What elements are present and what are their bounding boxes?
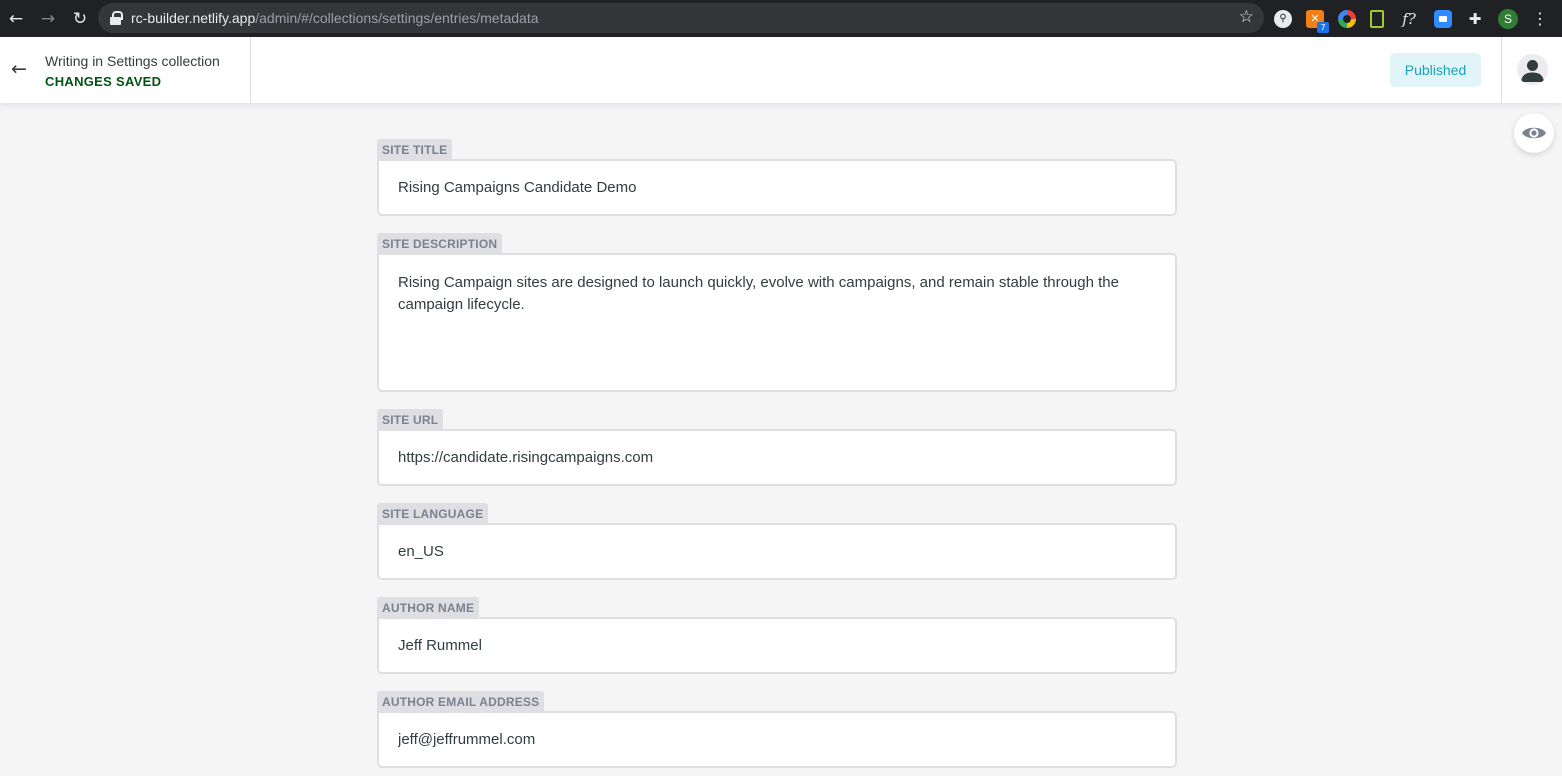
profile-avatar[interactable]: S (1498, 8, 1518, 29)
site-description-textarea[interactable]: Rising Campaign sites are designed to la… (377, 253, 1177, 392)
site-description-label: SITE DESCRIPTION (377, 233, 503, 253)
password-manager-extension-icon[interactable]: ⚲ (1274, 9, 1292, 28)
editor-toolbar: ← Writing in Settings collection CHANGES… (0, 37, 1562, 103)
author-email-field: AUTHOR EMAIL ADDRESS (377, 691, 1177, 768)
document-extension-icon[interactable] (1370, 9, 1384, 28)
collection-label: Writing in Settings collection (45, 53, 220, 69)
user-avatar[interactable] (1517, 54, 1548, 85)
url-host: rc-builder.netlify.app (131, 10, 256, 26)
browser-chrome: ← → ↻ rc-builder.netlify.app/admin/#/col… (0, 0, 1562, 37)
url-text: rc-builder.netlify.app/admin/#/collectio… (131, 10, 539, 26)
author-name-field: AUTHOR NAME (377, 597, 1177, 674)
puzzle-extensions-icon[interactable]: ✚ (1466, 10, 1484, 28)
bookmark-star-icon[interactable]: ☆ (1239, 7, 1254, 27)
site-url-label: SITE URL (377, 409, 444, 429)
site-language-label: SITE LANGUAGE (377, 503, 489, 523)
site-url-field: SITE URL (377, 409, 1177, 486)
url-path: /admin/#/collections/settings/entries/me… (255, 10, 539, 26)
site-url-input[interactable] (377, 429, 1177, 486)
saved-status: CHANGES SAVED (45, 74, 162, 89)
browser-menu-icon[interactable]: ⋮ (1532, 9, 1548, 28)
color-picker-extension-icon[interactable] (1338, 9, 1356, 28)
address-bar[interactable]: rc-builder.netlify.app/admin/#/collectio… (98, 3, 1264, 33)
eye-icon (1522, 127, 1546, 139)
toolbar-divider (1501, 37, 1502, 103)
site-title-label: SITE TITLE (377, 139, 453, 159)
author-email-label: AUTHOR EMAIL ADDRESS (377, 691, 545, 711)
extensions-bar: ⚲ ✕ 7 f? ✚ S ⋮ (1274, 0, 1548, 37)
published-status-button[interactable]: Published (1390, 53, 1481, 87)
font-identifier-extension-icon[interactable]: f? (1398, 10, 1420, 28)
editor-status: Writing in Settings collection CHANGES S… (45, 53, 220, 89)
site-title-field: SITE TITLE (377, 139, 1177, 216)
tasks-extension-icon[interactable]: ✕ 7 (1306, 9, 1329, 33)
author-name-label: AUTHOR NAME (377, 597, 480, 617)
zoom-extension-icon[interactable] (1434, 9, 1452, 28)
back-arrow-icon[interactable]: ← (9, 58, 29, 80)
extension-badge: 7 (1317, 21, 1329, 33)
site-description-field: SITE DESCRIPTION Rising Campaign sites a… (377, 233, 1177, 392)
user-icon (1521, 60, 1544, 82)
site-language-input[interactable] (377, 523, 1177, 580)
toolbar-divider (250, 37, 251, 103)
browser-forward-icon[interactable]: → (32, 0, 64, 37)
site-language-field: SITE LANGUAGE (377, 503, 1177, 580)
browser-reload-icon[interactable]: ↻ (64, 0, 96, 37)
author-email-input[interactable] (377, 711, 1177, 768)
author-name-input[interactable] (377, 617, 1177, 674)
preview-toggle-button[interactable] (1514, 113, 1554, 153)
browser-back-icon[interactable]: ← (0, 0, 32, 37)
site-title-input[interactable] (377, 159, 1177, 216)
lock-icon (110, 11, 123, 25)
